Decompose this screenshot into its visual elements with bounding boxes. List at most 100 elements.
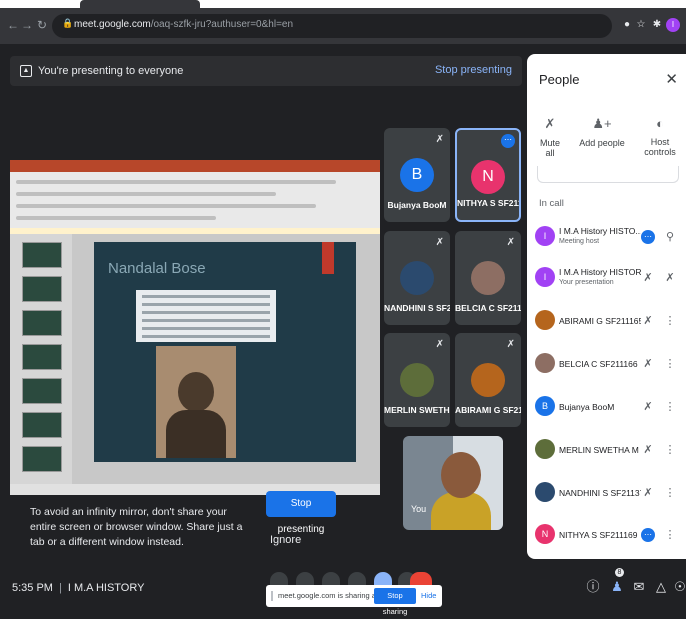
participant-name: Bujanya BooM bbox=[559, 402, 615, 412]
mic-off-icon: ✗ bbox=[435, 339, 444, 350]
host-controls-label: Host controls bbox=[644, 137, 676, 157]
slide-thumbnail bbox=[22, 276, 62, 302]
hide-button[interactable]: Hide bbox=[421, 591, 436, 600]
participant-name: NITHYA S SF211169 bbox=[559, 530, 638, 540]
participant-name: ABIRAMI G SF211165 bbox=[559, 316, 641, 326]
avatar: N bbox=[471, 160, 505, 194]
participant-name: BELCIA C SF211166 bbox=[559, 359, 638, 369]
host-controls-button[interactable]: ◐ Host controls bbox=[635, 116, 685, 157]
avatar bbox=[471, 261, 505, 295]
star-icon[interactable]: ☆ bbox=[634, 18, 648, 32]
current-slide: Nandalal Bose bbox=[94, 242, 356, 462]
raise-hand-button[interactable] bbox=[348, 572, 366, 586]
meeting-name: I M.A HISTORY bbox=[67, 582, 145, 594]
captions-button[interactable] bbox=[322, 572, 340, 586]
avatar: B bbox=[400, 158, 434, 192]
stop-sharing-button[interactable]: Stop sharing bbox=[374, 588, 416, 616]
mute-all-button[interactable]: ✗ Mute all bbox=[535, 116, 565, 158]
drag-handle-icon[interactable] bbox=[271, 591, 273, 601]
browser-tab[interactable] bbox=[80, 0, 200, 8]
lock-icon: 🔒 bbox=[62, 18, 74, 28]
add-people-button[interactable]: ♟+ Add people bbox=[579, 116, 625, 148]
url-text: meet.google.com/oaq-szfk-jru?authuser=0&… bbox=[74, 19, 293, 30]
present-button[interactable] bbox=[374, 572, 392, 586]
participant-row[interactable]: BELCIA C SF211166 ✗ ⋮ bbox=[527, 347, 686, 383]
ignore-button[interactable]: Ignore bbox=[270, 534, 301, 546]
more-vert-icon[interactable]: ⋮ bbox=[663, 528, 677, 542]
mic-off-icon: ✗ bbox=[435, 134, 444, 145]
participant-name: I M.A History HISTORY bbox=[559, 267, 641, 277]
participant-name: I M.A History HISTO... (You) bbox=[559, 226, 641, 236]
camera-button[interactable] bbox=[296, 572, 314, 586]
mute-all-label: Mute all bbox=[539, 138, 560, 158]
participant-name: ABIRAMI G SF211... bbox=[455, 405, 521, 415]
participant-row[interactable]: I I M.A History HISTORY Your presentatio… bbox=[527, 261, 686, 297]
participant-row[interactable]: MERLIN SWETHA M SF211... ✗ ⋮ bbox=[527, 433, 686, 469]
url-host: meet.google.com bbox=[74, 19, 151, 30]
search-people-input[interactable] bbox=[537, 166, 679, 183]
avatar: I bbox=[535, 267, 555, 287]
participant-name: MERLIN SWETHA M SF211... bbox=[559, 445, 641, 455]
speaking-indicator-icon: ⋯ bbox=[641, 230, 655, 244]
browser-toolbar: ← → ↻ 🔒 meet.google.com/oaq-szfk-jru?aut… bbox=[0, 8, 686, 44]
participant-row[interactable]: ABIRAMI G SF211165 ✗ ⋮ bbox=[527, 304, 686, 340]
participant-row[interactable]: N NITHYA S SF211169 ⋯ ⋮ bbox=[527, 518, 686, 554]
profile-avatar[interactable]: I bbox=[666, 18, 680, 32]
more-vert-icon[interactable]: ⋮ bbox=[663, 314, 677, 328]
people-icon[interactable]: ♟ bbox=[608, 578, 626, 596]
participant-name: Bujanya BooM bbox=[387, 200, 447, 210]
divider: | bbox=[58, 582, 62, 594]
panel-title: People bbox=[539, 72, 580, 87]
mic-off-icon: ✗ bbox=[643, 315, 653, 327]
mic-off-icon: ✗ bbox=[643, 358, 653, 370]
mic-off-icon: ✗ bbox=[643, 444, 653, 456]
slide-thumbnail bbox=[22, 242, 62, 268]
participant-row[interactable]: B Bujanya BooM ✗ ⋮ bbox=[527, 390, 686, 426]
camera-indicator-icon[interactable]: ● bbox=[620, 18, 634, 32]
add-person-icon: ♟+ bbox=[592, 116, 612, 131]
unpin-icon[interactable]: ✗ bbox=[663, 271, 677, 285]
host-controls-icon[interactable]: ☉ bbox=[671, 578, 686, 596]
more-vert-icon[interactable]: ⋮ bbox=[663, 486, 677, 500]
participant-row[interactable]: NANDHINI S SF211378 ✗ ⋮ bbox=[527, 476, 686, 512]
participant-name: BELCIA C SF211... bbox=[455, 303, 521, 313]
speaking-indicator-icon: ⋯ bbox=[501, 134, 515, 148]
mic-button[interactable] bbox=[270, 572, 288, 586]
participant-row[interactable]: I I M.A History HISTO... (You) Meeting h… bbox=[527, 220, 686, 256]
participant-tile[interactable]: ✗ NANDHINI S SF2... bbox=[384, 231, 450, 325]
slide-portrait-photo bbox=[156, 346, 236, 458]
presenting-text: You're presenting to everyone bbox=[38, 65, 184, 77]
chat-icon[interactable]: ✉ bbox=[630, 578, 648, 596]
participant-tile[interactable]: ⋯ N NITHYA S SF211... bbox=[455, 128, 521, 222]
mic-off-icon: ✗ bbox=[506, 237, 515, 248]
add-people-label: Add people bbox=[579, 138, 625, 148]
participant-tile[interactable]: ✗ ABIRAMI G SF211... bbox=[455, 333, 521, 427]
url-path: /oaq-szfk-jru?authuser=0&hl=en bbox=[150, 19, 294, 30]
self-video-tile[interactable]: You bbox=[403, 436, 503, 530]
address-bar[interactable]: 🔒 meet.google.com/oaq-szfk-jru?authuser=… bbox=[52, 14, 612, 38]
participant-tile[interactable]: ✗ BELCIA C SF211... bbox=[455, 231, 521, 325]
reload-icon[interactable]: ↻ bbox=[33, 16, 51, 34]
leave-call-button[interactable] bbox=[410, 572, 432, 586]
activities-icon[interactable]: △ bbox=[652, 578, 670, 596]
info-icon[interactable]: ⓘ bbox=[584, 578, 602, 596]
participant-name: NANDHINI S SF211378 bbox=[559, 488, 641, 498]
shared-presentation: Nandalal Bose bbox=[10, 160, 380, 495]
pin-icon[interactable]: ⚲ bbox=[663, 230, 677, 244]
meeting-details: 5:35 PM | I M.A HISTORY bbox=[12, 582, 144, 594]
more-vert-icon[interactable]: ⋮ bbox=[663, 357, 677, 371]
present-screen-icon: ▲ bbox=[20, 65, 32, 77]
close-icon[interactable]: ✕ bbox=[665, 70, 678, 88]
infinity-mirror-warning: To avoid an infinity mirror, don't share… bbox=[30, 506, 243, 548]
participant-tile[interactable]: ✗ B Bujanya BooM bbox=[384, 128, 450, 222]
extensions-icon[interactable]: ✱ bbox=[650, 18, 664, 32]
stop-presenting-button[interactable]: Stop presenting bbox=[266, 491, 336, 535]
avatar bbox=[400, 363, 434, 397]
participant-tile[interactable]: ✗ MERLIN SWETH... bbox=[384, 333, 450, 427]
more-vert-icon[interactable]: ⋮ bbox=[663, 443, 677, 457]
slide-thumbnail bbox=[22, 412, 62, 438]
stop-presenting-link[interactable]: Stop presenting bbox=[435, 64, 512, 76]
ppt-title-bar bbox=[10, 160, 380, 172]
more-vert-icon[interactable]: ⋮ bbox=[663, 400, 677, 414]
participant-name: NITHYA S SF211... bbox=[457, 198, 519, 208]
